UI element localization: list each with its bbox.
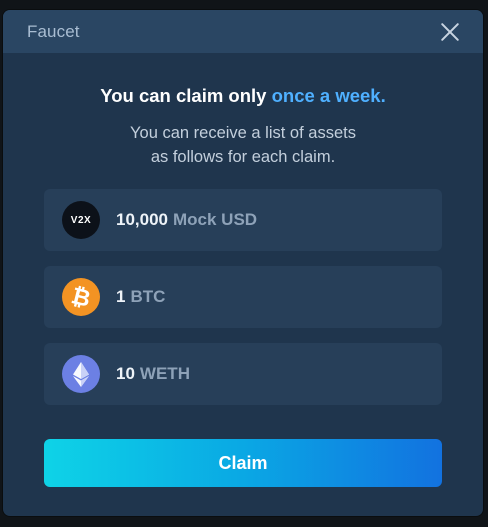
close-icon[interactable]: [439, 21, 461, 43]
v2x-logo-text: V2X: [70, 214, 92, 226]
asset-unit: Mock USD: [173, 210, 258, 229]
claim-button[interactable]: Claim: [44, 439, 442, 487]
dialog-title: Faucet: [27, 21, 80, 41]
asset-amount: 10,000: [116, 210, 168, 229]
asset-list: V2X 10,000 Mock USD ₿ 1 BTC 10 WETH: [44, 189, 442, 405]
asset-item-mock-usd: V2X 10,000 Mock USD: [44, 189, 442, 251]
asset-amount: 10: [116, 364, 135, 383]
headline: You can claim only once a week.: [3, 85, 483, 107]
subtitle: You can receive a list of assets as foll…: [3, 121, 483, 169]
asset-item-weth: 10 WETH: [44, 343, 442, 405]
faucet-dialog: Faucet You can claim only once a week. Y…: [3, 10, 483, 516]
asset-unit: WETH: [139, 364, 190, 383]
svg-text:₿: ₿: [69, 283, 93, 313]
asset-item-btc: ₿ 1 BTC: [44, 266, 442, 328]
v2x-logo-icon: V2X: [62, 201, 100, 239]
headline-accent: once a week.: [271, 85, 386, 106]
asset-amount: 1: [116, 287, 126, 306]
asset-unit: BTC: [130, 287, 166, 306]
subtitle-line-2: as follows for each claim.: [150, 148, 336, 166]
ethereum-icon: [62, 355, 100, 393]
subtitle-line-1: You can receive a list of assets: [130, 124, 356, 142]
dialog-header: Faucet: [3, 10, 483, 53]
headline-text: You can claim only: [100, 85, 272, 106]
bitcoin-icon: ₿: [62, 278, 100, 316]
